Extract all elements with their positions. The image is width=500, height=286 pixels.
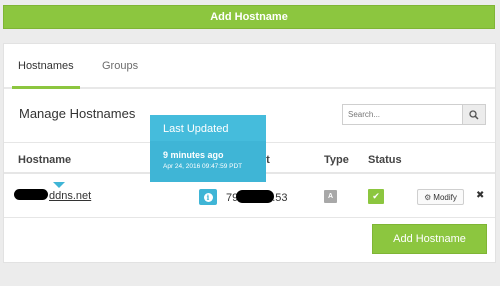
tooltip-relative-time: 9 minutes ago — [163, 150, 224, 160]
search-icon — [469, 109, 479, 120]
ip-suffix: .53 — [272, 192, 288, 204]
column-header-type[interactable]: Type — [324, 154, 349, 166]
tab-bar: Hostnames Groups — [4, 44, 495, 89]
modify-label: Modify — [433, 192, 457, 202]
last-updated-info-button[interactable]: i — [199, 189, 217, 205]
gear-icon: ⚙ — [424, 192, 432, 202]
tooltip-title: Last Updated — [150, 115, 266, 141]
hostname-cell: ddns.net — [14, 189, 91, 202]
status-badge: ✔ — [368, 189, 384, 204]
active-tab-indicator — [12, 86, 80, 89]
search-button[interactable] — [462, 104, 486, 125]
column-header-hostname[interactable]: Hostname — [18, 154, 71, 166]
hostname-link[interactable]: ddns.net — [49, 190, 91, 202]
redaction-scribble — [14, 189, 48, 200]
info-icon: i — [203, 192, 213, 202]
add-hostname-top-button[interactable]: Add Hostname — [3, 5, 495, 29]
tooltip-body: 9 minutes ago Apr 24, 2016 09:47:59 PDT — [163, 150, 242, 170]
ip-cell: 79.53 — [226, 190, 288, 204]
last-updated-tooltip: Last Updated 9 minutes ago Apr 24, 2016 … — [150, 115, 266, 182]
close-icon[interactable]: ✖ — [476, 190, 484, 201]
check-icon: ✔ — [372, 191, 380, 201]
tooltip-arrow — [53, 182, 65, 188]
modify-button[interactable]: ⚙ Modify — [417, 189, 464, 205]
page-title: Manage Hostnames — [19, 106, 136, 121]
tab-groups[interactable]: Groups — [102, 60, 138, 72]
type-badge: A — [324, 190, 337, 203]
search-input[interactable] — [342, 104, 462, 125]
column-header-status[interactable]: Status — [368, 154, 402, 166]
redaction-scribble — [236, 190, 275, 203]
search-box — [342, 104, 486, 125]
add-hostname-button[interactable]: Add Hostname — [372, 224, 487, 254]
table-row: ddns.net i 79.53 A ✔ ⚙ Modify ✖ — [4, 176, 495, 218]
tooltip-absolute-time: Apr 24, 2016 09:47:59 PDT — [163, 163, 243, 170]
tab-hostnames[interactable]: Hostnames — [18, 60, 74, 72]
